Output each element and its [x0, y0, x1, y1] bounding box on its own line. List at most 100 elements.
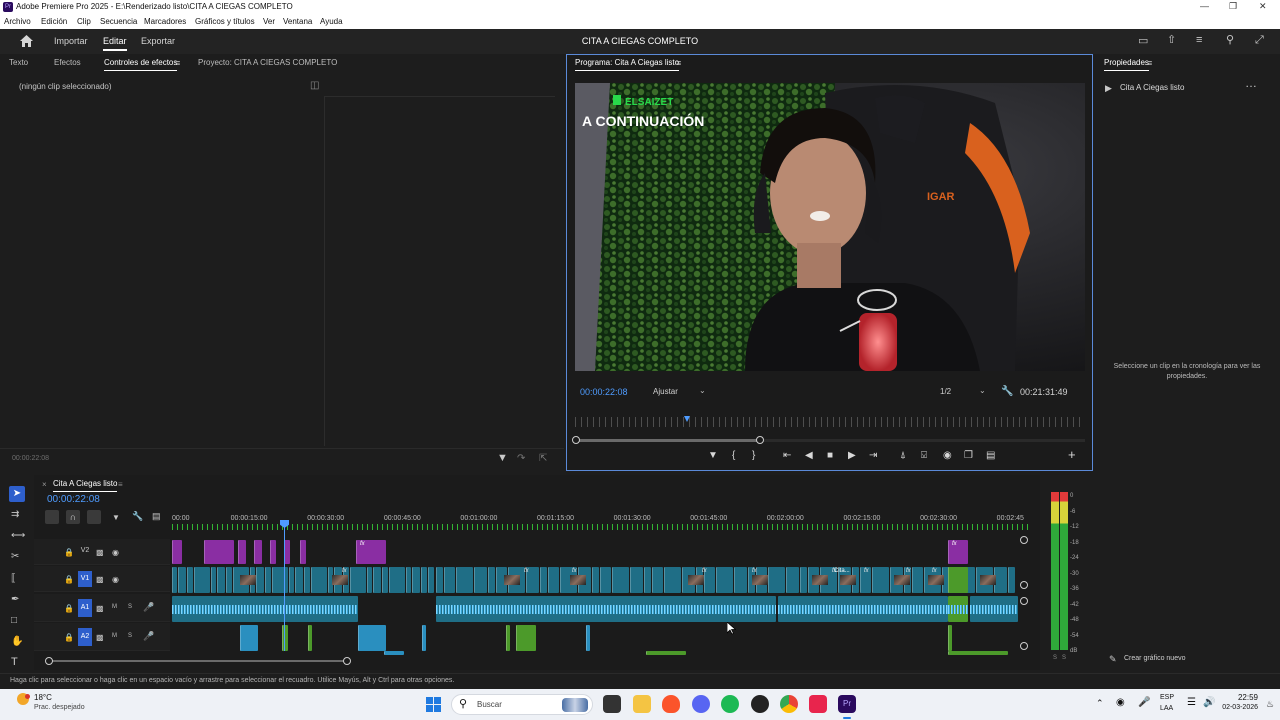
network-icon[interactable]: ◉: [1116, 697, 1125, 708]
menu-lines-icon[interactable]: ≡: [1196, 35, 1202, 46]
menu-ventana[interactable]: Ventana: [283, 17, 312, 26]
go-to-out-icon[interactable]: ⇥: [869, 450, 877, 461]
v1-clip[interactable]: [373, 567, 381, 593]
v1-clip[interactable]: [540, 567, 547, 593]
resolution-dropdown[interactable]: 1/2 ⌄: [936, 385, 992, 400]
obs-icon[interactable]: [751, 695, 769, 713]
button-editor-plus-icon[interactable]: +: [1068, 447, 1076, 462]
v2-clip[interactable]: [204, 540, 234, 564]
microphone-icon[interactable]: 🎤: [143, 602, 154, 613]
v2-clip[interactable]: fx: [948, 540, 968, 564]
minimize-icon[interactable]: —: [1200, 1, 1209, 11]
properties-menu-icon[interactable]: ≡: [1147, 58, 1152, 69]
discord-icon[interactable]: [692, 695, 710, 713]
weather-desc[interactable]: Prac. despejado: [34, 704, 85, 711]
program-zoom-bar[interactable]: [572, 436, 1085, 444]
meter-solo-left[interactable]: S: [1053, 655, 1057, 661]
eye-icon[interactable]: ◉: [112, 547, 119, 558]
sync-lock-icon[interactable]: ▩: [96, 632, 104, 643]
sync-lock-icon[interactable]: ▩: [96, 547, 104, 558]
language-bottom[interactable]: LAA: [1160, 705, 1173, 712]
v1-clip[interactable]: [406, 567, 411, 593]
nest-icon[interactable]: [45, 510, 59, 524]
tab-propiedades[interactable]: Propiedades: [1104, 58, 1149, 71]
timeline-timecode[interactable]: 00:00:22:08: [47, 494, 100, 505]
v1-clip[interactable]: [786, 567, 799, 593]
razor-tool-icon[interactable]: ✂: [11, 551, 19, 562]
solo-button[interactable]: S: [128, 633, 132, 639]
wrench-icon[interactable]: 🔧: [1001, 386, 1013, 397]
vscroll-handle-mid[interactable]: [1020, 581, 1028, 589]
filter-icon[interactable]: ▼: [497, 453, 508, 464]
zoom-handle-left[interactable]: [572, 436, 580, 444]
v2-clip[interactable]: [300, 540, 306, 564]
v1-clip[interactable]: [350, 567, 366, 593]
tab-efectos[interactable]: Efectos: [54, 58, 81, 67]
a2-audio-clip[interactable]: [358, 625, 386, 651]
menu-marcadores[interactable]: Marcadores: [144, 17, 186, 26]
v1-clip[interactable]: [211, 567, 216, 593]
v1-clip[interactable]: [444, 567, 455, 593]
tray-chevron-up-icon[interactable]: ⌃: [1096, 698, 1104, 709]
export-frame-icon[interactable]: ⇱: [539, 453, 547, 464]
tab-controles-efectos[interactable]: Controles de efectos: [104, 58, 178, 71]
lock-icon[interactable]: 🔒: [64, 547, 74, 558]
a3-audio-clip[interactable]: [646, 651, 686, 655]
a2-audio-clip[interactable]: [422, 625, 426, 651]
type-tool-icon[interactable]: T: [11, 657, 18, 668]
v1-clip[interactable]: [716, 567, 733, 593]
v1-clip[interactable]: [295, 567, 303, 593]
v1-clip[interactable]: [800, 567, 807, 593]
add-marker-icon[interactable]: ▼: [708, 450, 718, 461]
multicam-icon[interactable]: ▤: [986, 450, 995, 461]
eye-icon[interactable]: ◉: [112, 574, 119, 585]
v1-clip[interactable]: [367, 567, 372, 593]
selection-tool-icon[interactable]: ➤: [9, 486, 25, 502]
compare-view-icon[interactable]: ❐: [964, 450, 973, 461]
capcut-icon[interactable]: [809, 695, 827, 713]
a3-audio-clip[interactable]: [948, 651, 1008, 655]
track-name-v2[interactable]: V2: [78, 547, 92, 554]
panel-menu-icon[interactable]: ≡: [175, 58, 180, 69]
taskbar-search-box[interactable]: ⚲ Buscar: [451, 694, 593, 715]
v2-clip[interactable]: [254, 540, 262, 564]
v1-clip[interactable]: [256, 567, 264, 593]
v1-clip[interactable]: [912, 567, 923, 593]
a1-audio-clip[interactable]: [436, 596, 776, 622]
v1-clip[interactable]: [488, 567, 495, 593]
v1-clip[interactable]: [428, 567, 434, 593]
a2-audio-clip[interactable]: [308, 625, 312, 651]
v1-clip[interactable]: [265, 567, 271, 593]
language-top[interactable]: ESP: [1160, 694, 1174, 701]
track-area[interactable]: fx fx fx fx fx fx fx fx fx fx fx Cita...: [172, 535, 1030, 655]
fit-dropdown[interactable]: Ajustar ⌄: [649, 385, 711, 400]
menu-edicion[interactable]: Edición: [41, 17, 67, 26]
maximize-icon[interactable]: ❐: [1229, 1, 1237, 12]
a1-audio-clip[interactable]: [948, 596, 968, 622]
lock-icon[interactable]: 🔒: [64, 632, 74, 643]
v1-clip[interactable]: [474, 567, 487, 593]
v1-clip[interactable]: [734, 567, 747, 593]
a2-audio-clip[interactable]: [240, 625, 258, 651]
close-sequence-icon[interactable]: ×: [42, 479, 47, 490]
step-back-icon[interactable]: ◀: [805, 450, 813, 461]
share-icon[interactable]: ⇧: [1167, 35, 1176, 46]
a2-audio-clip[interactable]: [516, 625, 536, 651]
v1-clip[interactable]: [412, 567, 420, 593]
v1-clip[interactable]: [421, 567, 427, 593]
hscroll-handle-left[interactable]: [45, 657, 53, 665]
rectangle-tool-icon[interactable]: □: [11, 615, 17, 626]
play-only-audio-icon[interactable]: ↷: [517, 453, 525, 464]
menu-ver[interactable]: Ver: [263, 17, 275, 26]
captions-icon[interactable]: ▤: [152, 511, 161, 522]
linked-selection-icon[interactable]: [87, 510, 101, 524]
lock-icon[interactable]: 🔒: [64, 603, 74, 614]
v1-clip[interactable]: [600, 567, 611, 593]
v1-clip[interactable]: [304, 567, 310, 593]
v2-clip[interactable]: [238, 540, 246, 564]
v1-clip[interactable]: [664, 567, 681, 593]
menu-secuencia[interactable]: Secuencia: [100, 17, 137, 26]
timeline-playhead[interactable]: [284, 521, 285, 651]
timeline-settings-icon[interactable]: 🔧: [132, 511, 143, 522]
slip-tool-icon[interactable]: ⟦: [11, 573, 16, 584]
